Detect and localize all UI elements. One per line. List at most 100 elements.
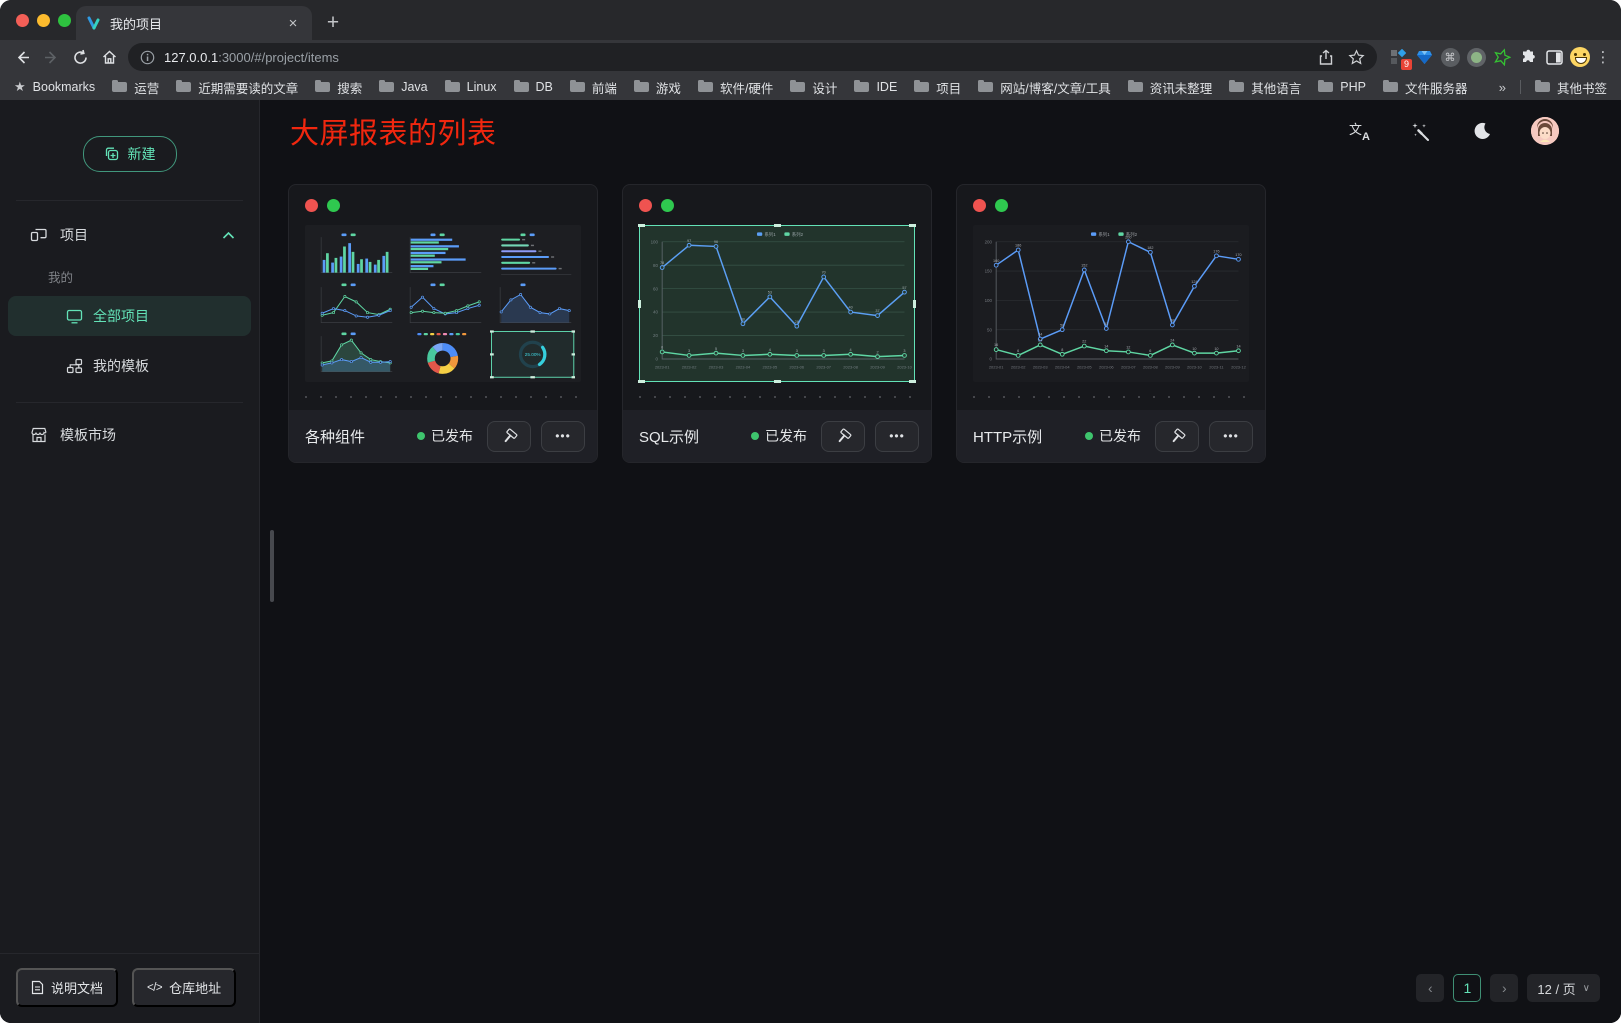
selection-handle[interactable] bbox=[774, 380, 781, 383]
side-panel-icon[interactable] bbox=[1541, 43, 1567, 71]
selection-handle[interactable] bbox=[638, 224, 645, 227]
docs-button[interactable]: 说明文档 bbox=[16, 968, 118, 1007]
bookmark-folder[interactable]: 其他语言 bbox=[1229, 78, 1301, 97]
selection-handle[interactable] bbox=[774, 224, 781, 227]
project-thumbnail[interactable]: 1008060402002023-012023-022023-032023-04… bbox=[639, 225, 915, 382]
next-page-button[interactable]: › bbox=[1490, 974, 1518, 1002]
folder-icon bbox=[914, 82, 929, 92]
extension-gem-icon[interactable] bbox=[1411, 43, 1437, 71]
language-toggle-icon[interactable]: 文A bbox=[1348, 119, 1372, 143]
minimize-window-button[interactable] bbox=[37, 14, 50, 27]
dark-mode-moon-icon[interactable] bbox=[1470, 119, 1494, 143]
edit-project-button[interactable] bbox=[1155, 421, 1199, 452]
svg-text:2023-09: 2023-09 bbox=[1165, 364, 1180, 369]
chevron-up-icon[interactable] bbox=[222, 231, 235, 240]
share-icon[interactable] bbox=[1318, 49, 1334, 66]
extension-emoji-icon[interactable] bbox=[1567, 43, 1593, 71]
sidebar-item-all-projects[interactable]: 全部项目 bbox=[8, 296, 251, 336]
scrollbar-thumb[interactable] bbox=[270, 530, 274, 602]
selection-handle[interactable] bbox=[913, 300, 916, 308]
project-card[interactable]: 2001501005002023-012023-022023-032023-04… bbox=[956, 184, 1266, 463]
address-bar[interactable]: 127.0.0.1:3000/#/project/items bbox=[128, 43, 1377, 71]
svg-text:2023-06: 2023-06 bbox=[1099, 364, 1114, 369]
project-thumbnail[interactable]: 25.00% bbox=[305, 225, 581, 382]
bookmark-folder[interactable]: 近期需要读的文章 bbox=[176, 78, 298, 97]
bookmark-folder[interactable]: DB bbox=[514, 80, 553, 94]
extension-grid-icon[interactable]: 9 bbox=[1385, 43, 1411, 71]
svg-text:10: 10 bbox=[1192, 347, 1196, 351]
selection-handle[interactable] bbox=[638, 380, 645, 383]
bookmark-folder[interactable]: 设计 bbox=[790, 78, 837, 97]
selection-handle[interactable] bbox=[909, 224, 916, 227]
project-thumbnail[interactable]: 2001501005002023-012023-022023-032023-04… bbox=[973, 225, 1249, 382]
site-info-icon[interactable] bbox=[140, 50, 155, 65]
page-size-value: 12 / 页 bbox=[1537, 979, 1575, 998]
sidebar-group-projects[interactable]: 项目 bbox=[0, 223, 259, 247]
folder-icon bbox=[854, 82, 869, 92]
selection-handle[interactable] bbox=[638, 300, 641, 308]
bookmark-star-icon[interactable] bbox=[1348, 49, 1365, 66]
forward-button[interactable] bbox=[37, 43, 66, 71]
svg-text:182: 182 bbox=[1147, 246, 1153, 250]
folder-icon bbox=[698, 82, 713, 92]
svg-text:25.00%: 25.00% bbox=[524, 353, 540, 358]
bookmark-folder[interactable]: 资讯未整理 bbox=[1128, 78, 1213, 97]
bookmark-folder[interactable]: 文件服务器 bbox=[1383, 78, 1468, 97]
card-red-dot bbox=[305, 199, 318, 212]
sidebar-item-my-templates[interactable]: 我的模板 bbox=[8, 346, 251, 386]
bookmarks-manager-item[interactable]: ★ Bookmarks bbox=[14, 79, 95, 95]
tab-close-icon[interactable]: × bbox=[284, 15, 302, 32]
new-project-button[interactable]: 新建 bbox=[83, 136, 177, 172]
more-options-button[interactable]: ••• bbox=[1209, 421, 1253, 452]
home-button[interactable] bbox=[95, 43, 124, 71]
other-bookmarks-button[interactable]: 其他书签 bbox=[1535, 78, 1607, 97]
browser-menu-icon[interactable]: ⋮ bbox=[1593, 48, 1613, 66]
magic-wand-icon[interactable] bbox=[1409, 119, 1433, 143]
extensions-puzzle-icon[interactable] bbox=[1515, 43, 1541, 71]
selection-handle[interactable] bbox=[909, 380, 916, 383]
project-card[interactable]: 25.00%各种组件已发布••• bbox=[288, 184, 598, 463]
svg-text:6: 6 bbox=[1149, 349, 1151, 353]
bookmarks-overflow-button[interactable]: » bbox=[1499, 80, 1506, 95]
extension-cmd-icon[interactable]: ⌘ bbox=[1437, 43, 1463, 71]
repo-button[interactable]: </> 仓库地址 bbox=[132, 968, 236, 1007]
bookmark-folder[interactable]: 项目 bbox=[914, 78, 961, 97]
folder-icon bbox=[570, 82, 585, 92]
reload-button[interactable] bbox=[66, 43, 95, 71]
sidebar-item-label: 全部项目 bbox=[93, 306, 149, 326]
extension-star-icon[interactable] bbox=[1489, 43, 1515, 71]
bookmark-folder[interactable]: Java bbox=[379, 80, 427, 94]
bookmark-folder[interactable]: IDE bbox=[854, 80, 897, 94]
bookmarks-bar: ★ Bookmarks 运营近期需要读的文章搜索 Java Linux DB 前端 游戏软… bbox=[0, 74, 1621, 100]
user-avatar[interactable] bbox=[1531, 117, 1559, 145]
browser-tab[interactable]: 我的项目 × bbox=[76, 6, 312, 40]
current-page-button[interactable]: 1 bbox=[1453, 974, 1481, 1002]
page-size-select[interactable]: 12 / 页 ∨ bbox=[1527, 974, 1600, 1002]
project-title: 各种组件 bbox=[305, 426, 407, 447]
extension-record-icon[interactable] bbox=[1463, 43, 1489, 71]
prev-page-button[interactable]: ‹ bbox=[1416, 974, 1444, 1002]
new-copy-icon bbox=[104, 146, 120, 162]
bookmark-folder[interactable]: 软件/硬件 bbox=[698, 78, 773, 97]
bookmark-folder[interactable]: 搜索 bbox=[315, 78, 362, 97]
bookmark-folder[interactable]: Linux bbox=[445, 80, 497, 94]
zoom-window-button[interactable] bbox=[58, 14, 71, 27]
back-button[interactable] bbox=[8, 43, 37, 71]
more-options-button[interactable]: ••• bbox=[875, 421, 919, 452]
close-window-button[interactable] bbox=[16, 14, 29, 27]
bookmark-folder[interactable]: 网站/博客/文章/工具 bbox=[978, 78, 1110, 97]
sidebar-item-template-market[interactable]: 模板市场 bbox=[0, 417, 259, 453]
status-dot bbox=[417, 432, 425, 440]
edit-project-button[interactable] bbox=[821, 421, 865, 452]
new-tab-button[interactable]: + bbox=[318, 8, 348, 38]
bookmark-folder[interactable]: 前端 bbox=[570, 78, 617, 97]
bookmark-folder[interactable]: 游戏 bbox=[634, 78, 681, 97]
tab-strip: 我的项目 × + bbox=[0, 0, 1621, 40]
bookmark-folder-label: 游戏 bbox=[656, 78, 681, 97]
svg-text:152: 152 bbox=[1081, 264, 1087, 268]
project-card[interactable]: 1008060402002023-012023-022023-032023-04… bbox=[622, 184, 932, 463]
bookmark-folder[interactable]: PHP bbox=[1318, 80, 1366, 94]
bookmark-folder[interactable]: 运营 bbox=[112, 78, 159, 97]
edit-project-button[interactable] bbox=[487, 421, 531, 452]
more-options-button[interactable]: ••• bbox=[541, 421, 585, 452]
